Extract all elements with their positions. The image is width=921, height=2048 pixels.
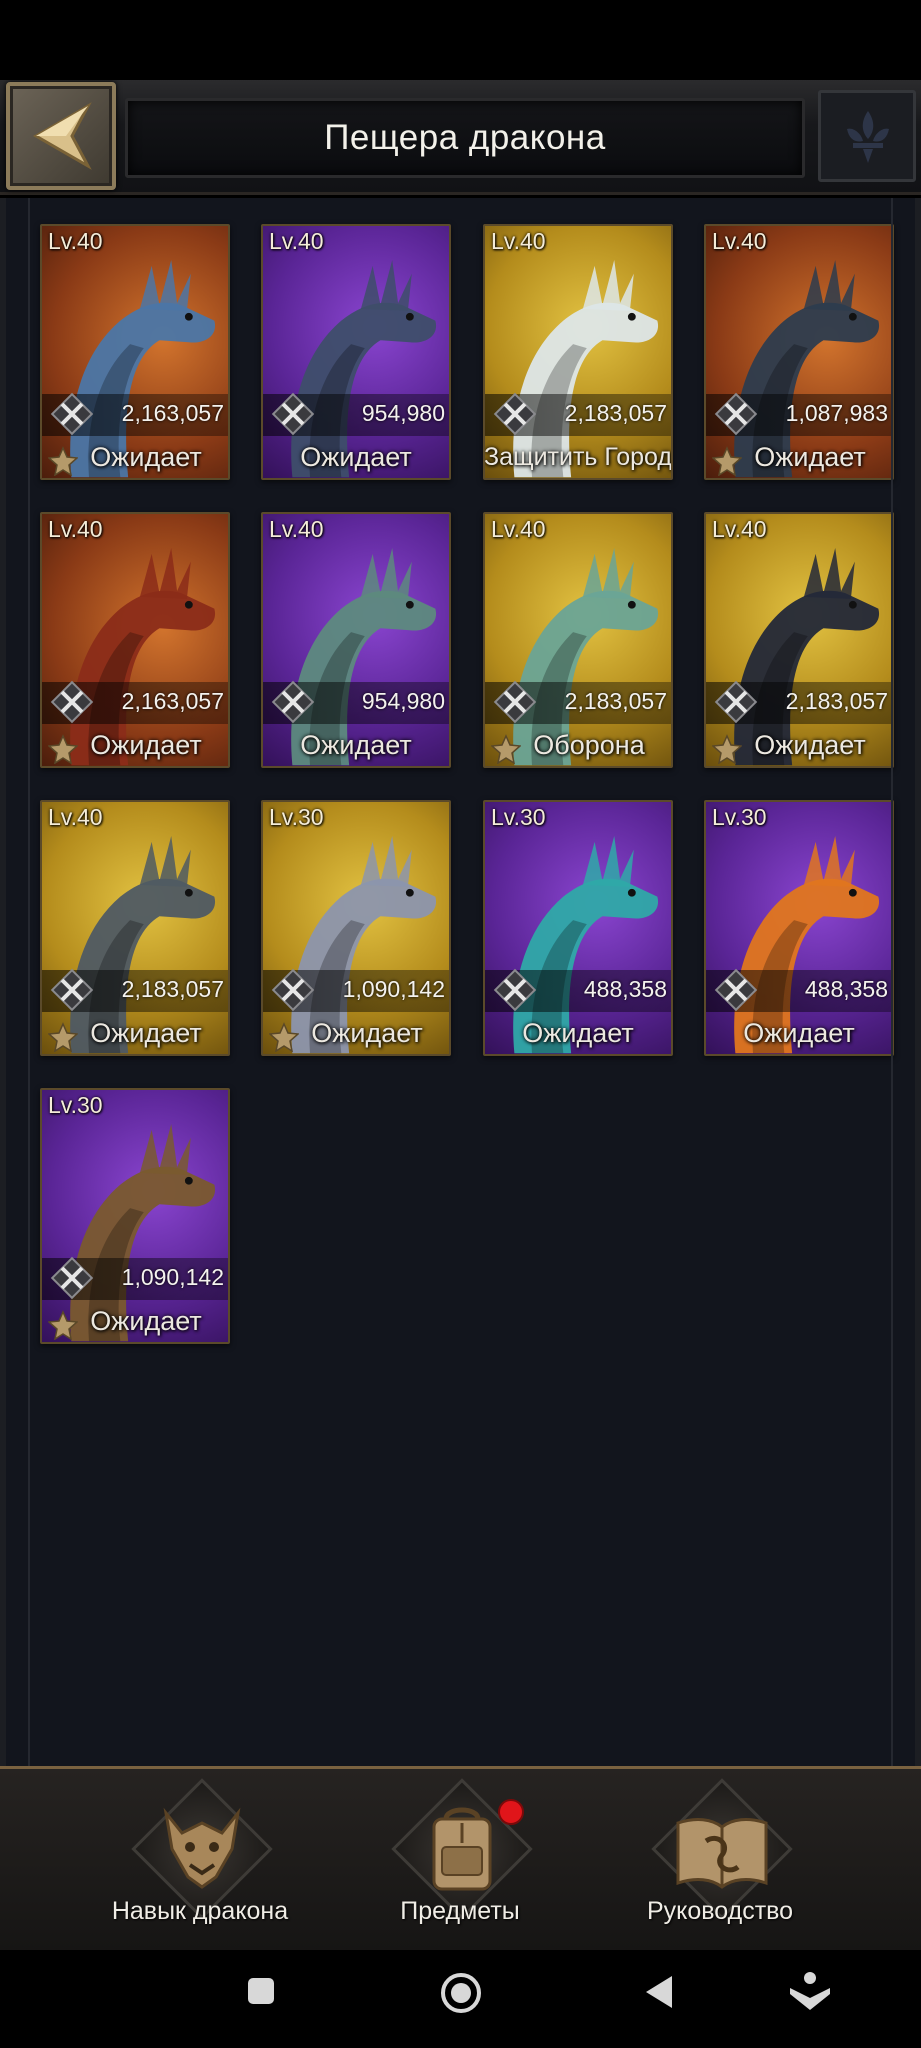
power-row: 954,980 (263, 680, 449, 724)
dragon-level: Lv.30 (269, 804, 324, 830)
dragon-card[interactable]: Lv.40 1,087,983 Ожидает (704, 224, 894, 480)
system-nav-bar (0, 1950, 921, 2048)
power-row: 2,183,057 (706, 680, 892, 724)
dragon-skill-icon (163, 1807, 241, 1889)
nav-items[interactable]: Предметы (340, 1769, 580, 1953)
dragon-power: 2,163,057 (121, 688, 224, 714)
home-circle-icon[interactable] (440, 1972, 482, 2014)
dragon-status: Ожидает (90, 1305, 202, 1336)
nav-label: Руководство (646, 1897, 794, 1925)
back-button[interactable] (6, 82, 116, 190)
nav-dragon-skill[interactable]: Навык дракона (80, 1769, 320, 1953)
dragon-power: 488,358 (583, 976, 667, 1002)
dragon-power: 2,183,057 (785, 688, 888, 714)
power-row: 488,358 (485, 968, 671, 1012)
status-bar (0, 0, 921, 80)
dragon-card[interactable]: Lv.30 1,090,142 Ожидает (40, 1088, 230, 1344)
power-row: 1,087,983 (706, 392, 892, 436)
fleur-emblem-icon (847, 111, 889, 163)
nav-label: Навык дракона (111, 1897, 289, 1925)
power-row: 1,090,142 (263, 968, 449, 1012)
dragon-power: 2,183,057 (121, 976, 224, 1002)
power-row: 2,163,057 (42, 392, 228, 436)
dragon-card[interactable]: Lv.40 2,163,057 Ожидает (40, 512, 230, 768)
dragon-status: Ожидает (311, 1017, 423, 1048)
dragon-power: 1,087,983 (785, 400, 888, 426)
dragon-level: Lv.40 (712, 516, 767, 542)
dragon-level: Lv.30 (712, 804, 767, 830)
back-triangle-icon[interactable] (644, 1974, 674, 2010)
dragon-power: 2,183,057 (564, 400, 667, 426)
power-row: 2,183,057 (42, 968, 228, 1012)
emblem-button (818, 90, 916, 182)
power-row: 954,980 (263, 392, 449, 436)
header: Пещера дракона (0, 80, 921, 195)
dragon-power: 2,183,057 (564, 688, 667, 714)
dragon-card[interactable]: Lv.30 488,358 Ожидает (704, 800, 894, 1056)
dragon-status: Ожидает (300, 441, 412, 472)
dragon-card[interactable]: Lv.40 954,980 Ожидает (261, 224, 451, 480)
dragon-power: 954,980 (361, 400, 445, 426)
dragon-status: Ожидает (90, 1017, 202, 1048)
dragon-power: 954,980 (361, 688, 445, 714)
nav-label: Предметы (400, 1897, 520, 1925)
dragon-status: Оборона (533, 729, 645, 760)
power-row: 2,183,057 (485, 680, 671, 724)
dragon-status: Ожидает (300, 729, 412, 760)
dragon-level: Lv.40 (48, 228, 103, 254)
dragon-level: Lv.40 (712, 228, 767, 254)
dragon-card[interactable]: Lv.30 1,090,142 Ожидает (261, 800, 451, 1056)
dragon-card[interactable]: Lv.40 2,163,057 Ожидает (40, 224, 230, 480)
dragon-status: Ожидает (90, 729, 202, 760)
chevron-left-icon (32, 102, 92, 170)
dragon-level: Lv.40 (269, 228, 324, 254)
power-row: 1,090,142 (42, 1256, 228, 1300)
dragon-card[interactable]: Lv.30 488,358 Ожидает (483, 800, 673, 1056)
dragon-power: 1,090,142 (342, 976, 445, 1002)
notification-badge (498, 1799, 524, 1825)
dragon-status: Ожидает (522, 1017, 634, 1048)
dragon-power: 1,090,142 (121, 1264, 224, 1290)
nav-guide[interactable]: Руководство (600, 1769, 840, 1953)
dragon-power: 488,358 (804, 976, 888, 1002)
power-row: 2,163,057 (42, 680, 228, 724)
power-row: 488,358 (706, 968, 892, 1012)
dragon-status: Ожидает (754, 729, 866, 760)
dragon-level: Lv.40 (48, 804, 103, 830)
dragon-level: Lv.40 (491, 228, 546, 254)
assistant-icon[interactable] (788, 1970, 832, 2014)
dragon-grid: Lv.40 2,163,057 Ожидает Lv.40 954,980 Ожидает… (0, 198, 921, 1766)
dragon-level: Lv.30 (491, 804, 546, 830)
dragon-card[interactable]: Lv.40 2,183,057 Оборона (483, 512, 673, 768)
dragon-status: Ожидает (90, 441, 202, 472)
dragon-level: Lv.40 (491, 516, 546, 542)
dragon-card[interactable]: Lv.40 2,183,057 Ожидает (40, 800, 230, 1056)
dragon-power: 2,163,057 (121, 400, 224, 426)
dragon-status: Защитить Город (484, 442, 672, 471)
dragon-level: Lv.40 (48, 516, 103, 542)
dragon-level: Lv.40 (269, 516, 324, 542)
dragon-card[interactable]: Lv.40 954,980 Ожидает (261, 512, 451, 768)
guide-book-icon (676, 1818, 768, 1889)
bottom-nav: Навык дракона Предметы Руководство (0, 1766, 921, 1950)
dragon-card[interactable]: Lv.40 2,183,057 Ожидает (704, 512, 894, 768)
dragon-status: Ожидает (743, 1017, 855, 1048)
dragon-card[interactable]: Lv.40 2,183,057 Защитить Город (483, 224, 673, 480)
dragon-status: Ожидает (754, 441, 866, 472)
dragon-level: Lv.30 (48, 1092, 103, 1118)
page-title: Пещера дракона (324, 118, 606, 157)
title-plate: Пещера дракона (125, 98, 805, 178)
recents-square-icon[interactable] (246, 1976, 276, 2006)
power-row: 2,183,057 (485, 392, 671, 436)
